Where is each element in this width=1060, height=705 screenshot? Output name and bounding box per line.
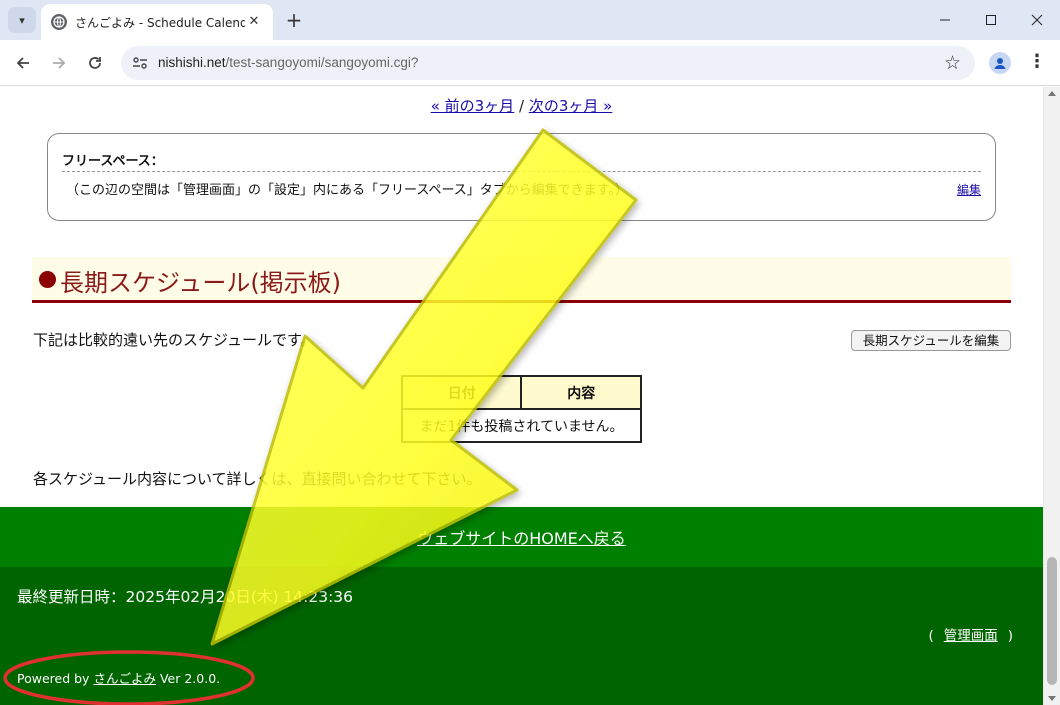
globe-icon (51, 14, 67, 30)
scroll-up-icon[interactable] (1048, 91, 1056, 96)
star-icon[interactable]: ☆ (944, 52, 961, 74)
site-settings-icon[interactable] (131, 54, 149, 72)
powered-by: Powered by さんごよみ Ver 2.0.0. (17, 668, 220, 687)
tab-title: さんごよみ - Schedule Calendar - (75, 15, 245, 30)
bullet-icon (39, 271, 56, 288)
free-space-divider (62, 171, 981, 172)
free-space-title: フリースペース： (62, 154, 164, 169)
scroll-down-icon[interactable] (1048, 696, 1056, 701)
plus-icon[interactable]: + (282, 7, 306, 33)
home-link[interactable]: ウェブサイトのHOMEへ戻る (417, 525, 626, 549)
table-empty-message: まだ1件も投稿されていません。 (401, 408, 642, 443)
tab-list-icon[interactable]: ▾ (8, 7, 36, 33)
prev-3-months-link[interactable]: « 前の3ヶ月 (431, 97, 515, 115)
window-close-icon[interactable] (1014, 0, 1060, 40)
sangoyomi-link[interactable]: さんごよみ (93, 671, 156, 686)
admin-area: ( 管理画面) (928, 624, 1013, 644)
next-3-months-link[interactable]: 次の3ヶ月 » (529, 97, 613, 115)
tab-strip: ▾ さんごよみ - Schedule Calendar - ✕ + (0, 0, 1060, 40)
long-schedule-description: 下記は比較的遠い先のスケジュールです。 (33, 331, 316, 349)
close-icon[interactable]: ✕ (245, 13, 263, 31)
free-space-box: フリースペース： （この辺の空間は「管理画面」の「設定」内にある「フリースペース… (47, 133, 996, 221)
table-header-date: 日付 (400, 375, 523, 410)
powered-version: Ver 2.0.0. (159, 671, 221, 686)
address-bar[interactable]: nishishi.net/test-sangoyomi/sangoyomi.cg… (121, 46, 975, 80)
url-text: nishishi.net/test-sangoyomi/sangoyomi.cg… (158, 55, 419, 70)
long-schedule-title: 長期スケジュール(掲示板) (60, 269, 342, 297)
profile-icon[interactable] (989, 52, 1011, 74)
admin-paren-close: ) (1007, 628, 1013, 644)
last-updated: 最終更新日時：2025年02月20日(木) 14:23:36 (17, 588, 354, 606)
back-icon[interactable] (9, 49, 37, 77)
month-pager: « 前の3ヶ月 / 次の3ヶ月 » (0, 95, 1043, 116)
table-header-content: 内容 (520, 375, 642, 410)
contact-note: 各スケジュール内容について詳しくは、直接問い合わせて下さい。 (33, 470, 482, 488)
maximize-icon[interactable] (968, 0, 1014, 40)
pager-separator: / (518, 97, 525, 115)
free-space-text: （この辺の空間は「管理画面」の「設定」内にある「フリースペース」タブから編集でき… (66, 183, 628, 198)
more-icon[interactable]: ⋮ (1028, 52, 1046, 74)
scroll-thumb[interactable] (1047, 557, 1057, 685)
forward-icon[interactable] (45, 49, 73, 77)
admin-link[interactable]: 管理画面 (944, 628, 998, 644)
home-band: ウェブサイトのHOMEへ戻る (0, 507, 1043, 567)
footer: 最終更新日時：2025年02月20日(木) 14:23:36 ( 管理画面) Po… (0, 567, 1043, 705)
page-viewport: « 前の3ヶ月 / 次の3ヶ月 » フリースペース： （この辺の空間は「管理画面… (0, 87, 1043, 705)
free-space-edit-link[interactable]: 編集 (957, 181, 981, 198)
edit-long-schedule-button[interactable]: 長期スケジュールを編集 (851, 330, 1011, 351)
page-scrollbar[interactable] (1043, 87, 1060, 705)
admin-paren-open: ( (928, 628, 934, 644)
active-tab[interactable]: さんごよみ - Schedule Calendar - ✕ (41, 4, 273, 40)
reload-icon[interactable] (81, 49, 109, 77)
minimize-icon[interactable] (922, 0, 968, 40)
browser-toolbar: nishishi.net/test-sangoyomi/sangoyomi.cg… (0, 40, 1060, 86)
powered-prefix: Powered by (17, 671, 90, 686)
long-schedule-table: 日付 内容 まだ1件も投稿されていません。 (400, 375, 642, 443)
long-schedule-heading: 長期スケジュール(掲示板) (32, 257, 1011, 303)
